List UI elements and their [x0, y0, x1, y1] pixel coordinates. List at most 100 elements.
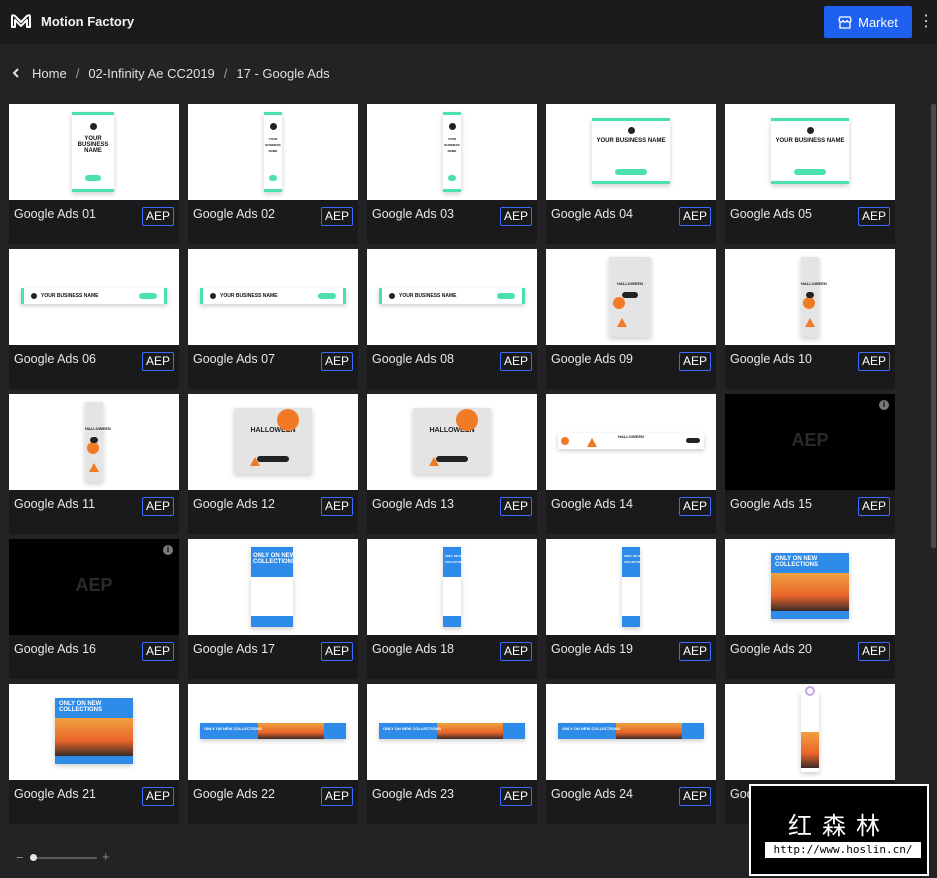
template-card[interactable]: HALLOWEEN Google Ads 12 AEP — [188, 394, 358, 534]
more-menu-icon[interactable]: ⋮ — [918, 12, 934, 32]
accent-bar — [443, 112, 461, 115]
card-thumbnail: YOUR BUSINESS NAME — [367, 104, 537, 200]
city-photo — [258, 723, 325, 739]
vertical-scrollbar[interactable] — [931, 104, 936, 548]
template-card[interactable]: HALLOWEEN Google Ads 14 AEP — [546, 394, 716, 534]
aep-badge[interactable]: AEP — [500, 352, 532, 371]
cta-pill — [686, 438, 700, 443]
card-title: Google Ads 03 — [372, 207, 455, 221]
card-title: Google Ads 18 — [372, 642, 455, 656]
back-chevron-icon[interactable] — [12, 66, 22, 81]
template-card[interactable]: YOUR BUSINESS NAME Google Ads 01 AEP — [9, 104, 179, 244]
percent-circle — [613, 297, 626, 309]
zoom-out-icon[interactable]: − — [16, 850, 24, 865]
ad-mock: HALLOWEEN — [609, 257, 651, 337]
template-card[interactable]: ONLY ON NEW COLLECTIONS Google Ads 24 AEP — [546, 684, 716, 824]
template-card[interactable]: YOUR BUSINESS NAME Google Ads 05 AEP — [725, 104, 895, 244]
template-card[interactable]: AEP i Google Ads 16 AEP — [9, 539, 179, 679]
card-thumbnail: ONLY ON NEW COLLECTIONS — [367, 539, 537, 635]
aep-badge[interactable]: AEP — [142, 642, 174, 661]
ad-mock: ONLY ON NEW COLLECTIONS — [379, 723, 525, 739]
template-card[interactable]: ONLY ON NEW COLLECTIONS Google Ads 21 AEP — [9, 684, 179, 824]
ad-mock: HALLOWEEN — [413, 408, 491, 474]
template-card[interactable]: YOUR BUSINESS NAME Google Ads 04 AEP — [546, 104, 716, 244]
aep-badge[interactable]: AEP — [142, 207, 174, 226]
aep-badge[interactable]: AEP — [142, 497, 174, 516]
breadcrumb-current: 17 - Google Ads — [236, 65, 330, 81]
watermark-url: http://www.hoslin.cn/ — [765, 842, 921, 858]
aep-badge[interactable]: AEP — [321, 352, 353, 371]
info-icon[interactable]: i — [163, 545, 173, 555]
accent-bar — [164, 288, 167, 304]
breadcrumb-home[interactable]: Home — [32, 66, 67, 81]
accent-bar — [72, 189, 114, 192]
aep-badge[interactable]: AEP — [321, 497, 353, 516]
card-title: Google Ads 24 — [551, 787, 634, 801]
cta-pill — [621, 292, 639, 299]
template-card[interactable]: HALLOWEEN Google Ads 09 AEP — [546, 249, 716, 389]
aep-badge[interactable]: AEP — [321, 642, 353, 661]
template-card[interactable]: YOUR BUSINESS NAME Google Ads 08 AEP — [367, 249, 537, 389]
aep-badge[interactable]: AEP — [858, 207, 890, 226]
template-card[interactable]: YOUR BUSINESS NAME Google Ads 03 AEP — [367, 104, 537, 244]
market-button[interactable]: Market — [824, 6, 912, 38]
zoom-slider[interactable]: − + — [14, 849, 114, 866]
aep-badge[interactable]: AEP — [321, 787, 353, 806]
breadcrumb-collection[interactable]: 02-Infinity Ae CC2019 — [88, 66, 214, 81]
zoom-track[interactable] — [32, 857, 97, 859]
template-card[interactable]: ONLY ON NEW COLLECTIONS Google Ads 17 AEP — [188, 539, 358, 679]
ad-mock — [801, 686, 819, 772]
card-title: Google Ads 23 — [372, 787, 455, 801]
template-card[interactable]: ONLY ON NEW COLLECTIONS Google Ads 22 AEP — [188, 684, 358, 824]
card-title: Google Ads 06 — [14, 352, 97, 366]
template-card[interactable]: HALLOWEEN Google Ads 11 AEP — [9, 394, 179, 534]
template-card[interactable]: AEP i Google Ads 15 AEP — [725, 394, 895, 534]
aep-badge[interactable]: AEP — [858, 352, 890, 371]
aep-badge[interactable]: AEP — [679, 207, 711, 226]
ad-mock: ONLY ON NEW COLLECTIONS — [251, 547, 296, 627]
template-card[interactable]: YOUR BUSINESS NAME Google Ads 06 AEP — [9, 249, 179, 389]
logo-dot — [627, 127, 635, 135]
aep-badge[interactable]: AEP — [321, 207, 353, 226]
template-card[interactable]: YOUR BUSINESS NAME Google Ads 07 AEP — [188, 249, 358, 389]
ad-headline: HALLOWEEN — [429, 426, 475, 434]
zoom-in-icon[interactable]: + — [102, 849, 110, 864]
aep-badge[interactable]: AEP — [858, 497, 890, 516]
white-panel — [251, 577, 293, 616]
aep-badge[interactable]: AEP — [500, 497, 532, 516]
ad-mock: YOUR BUSINESS NAME — [72, 112, 114, 192]
aep-badge[interactable]: AEP — [500, 787, 532, 806]
aep-badge[interactable]: AEP — [679, 642, 711, 661]
template-card[interactable]: ONLY ON NEW COLLECTIONS Google Ads 20 AEP — [725, 539, 895, 679]
triangle-shape — [617, 318, 628, 328]
aep-badge[interactable]: AEP — [500, 207, 532, 226]
ad-headline: HALLOWEEN — [801, 281, 827, 286]
aep-badge[interactable]: AEP — [142, 787, 174, 806]
accent-bar — [522, 288, 525, 304]
template-card[interactable]: ONLY ON NEW COLLECTIONS Google Ads 19 AEP — [546, 539, 716, 679]
template-card[interactable]: ONLY ON NEW COLLECTIONS Google Ads 18 AEP — [367, 539, 537, 679]
card-thumbnail — [725, 684, 895, 780]
breadcrumb-separator: / — [75, 65, 80, 81]
city-photo — [616, 723, 683, 739]
ad-mock: HALLOWEEN — [234, 408, 312, 474]
city-photo — [55, 717, 133, 757]
template-card[interactable]: HALLOWEEN Google Ads 10 AEP — [725, 249, 895, 389]
card-thumbnail: HALLOWEEN — [546, 394, 716, 490]
ad-headline: ONLY ON NEW COLLECTIONS — [775, 556, 818, 568]
accent-bar — [592, 181, 670, 184]
template-card[interactable]: YOUR BUSINESS NAME Google Ads 02 AEP — [188, 104, 358, 244]
info-icon[interactable]: i — [879, 400, 889, 410]
aep-badge[interactable]: AEP — [142, 352, 174, 371]
ad-headline: HALLOWEEN — [618, 433, 644, 439]
aep-badge[interactable]: AEP — [679, 497, 711, 516]
zoom-knob[interactable] — [30, 854, 37, 861]
template-card[interactable]: HALLOWEEN Google Ads 13 AEP — [367, 394, 537, 534]
template-card[interactable]: ONLY ON NEW COLLECTIONS Google Ads 23 AEP — [367, 684, 537, 824]
percent-circle — [802, 297, 815, 309]
aep-badge[interactable]: AEP — [500, 642, 532, 661]
city-photo — [437, 723, 504, 739]
aep-badge[interactable]: AEP — [679, 352, 711, 371]
aep-badge[interactable]: AEP — [858, 642, 890, 661]
aep-badge[interactable]: AEP — [679, 787, 711, 806]
